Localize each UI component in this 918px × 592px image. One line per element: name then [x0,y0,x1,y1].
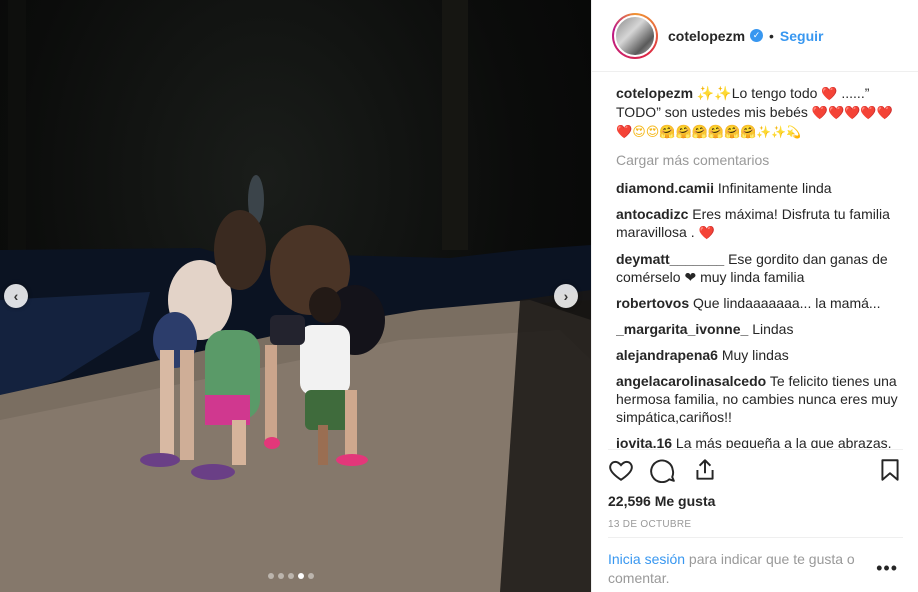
heart-emoji: ❤️ [821,86,838,101]
shoe [336,454,368,466]
post-header: cotelopezm ✓ • Seguir [592,0,918,72]
shoe [264,437,280,449]
comments-list[interactable]: cotelopezm ✨✨Lo tengo todo ❤️ ......” TO… [616,78,901,448]
instagram-post: ‹ › cotelopezm ✓ • Seguir cotelopezm ✨✨L… [0,0,918,592]
caption: cotelopezm ✨✨Lo tengo todo ❤️ ......” TO… [616,84,901,141]
comment-username[interactable]: diamond.camii [616,180,714,196]
more-options-button[interactable]: ••• [876,558,898,579]
comment-text: Infinitamente linda [717,180,832,196]
next-photo-button[interactable]: › [554,284,578,308]
boy-shorts [305,390,350,430]
tree-trunk-left [8,0,26,260]
carousel-dots [268,573,314,579]
comment-text: Muy lindas [721,347,789,363]
carousel-dot-active [298,573,304,579]
login-prompt: Inicia sesión para indicar que te gusta … [608,537,903,588]
separator: • [769,27,774,44]
comment-username[interactable]: jovita.16 [616,435,672,448]
like-heart-icon[interactable] [608,457,634,483]
photo-scene [0,0,591,592]
boy-head [309,287,341,323]
comment: angelacarolinasalcedo Te felicito tienes… [616,372,901,426]
comment-username[interactable]: _margarita_ivonne_ [616,321,748,337]
shoe [191,464,235,480]
carousel-dot [268,573,274,579]
leg [180,350,194,460]
comment: jovita.16 La más pequeña a la que abraza… [616,434,901,448]
comment-username[interactable]: deymatt_______ [616,251,724,267]
leg [318,425,328,465]
post-side-panel: cotelopezm ✓ • Seguir cotelopezm ✨✨Lo te… [591,0,918,592]
boy-shirt [300,325,350,395]
comment: deymatt_______ Ese gordito dan ganas de … [616,250,901,286]
previous-photo-button[interactable]: ‹ [4,284,28,308]
comment-text: Lindas [752,321,794,337]
faces-emoji: 😍😍🤗🤗🤗🤗🤗🤗 [632,124,757,139]
heart-emoji: ❤️ [698,225,715,240]
carousel-dot [278,573,284,579]
action-bar [608,449,903,489]
carousel-dot [288,573,294,579]
post-photo[interactable]: ‹ › [0,0,591,592]
avatar-image [614,14,656,57]
caption-username[interactable]: cotelopezm [616,85,693,101]
girl-shorts [270,315,305,345]
sparkles-emoji: ✨✨💫 [756,125,802,139]
comment: antocadizc Eres máxima! Disfruta tu fami… [616,205,901,242]
load-more-comments-button[interactable]: Cargar más comentarios [616,151,901,169]
comment-username[interactable]: antocadizc [616,206,688,222]
likes-count[interactable]: 22,596 Me gusta [608,493,715,509]
share-icon[interactable] [692,457,718,483]
comment-bubble-icon[interactable] [650,457,676,483]
comment-username[interactable]: angelacarolinasalcedo [616,373,766,389]
comment-username[interactable]: alejandrapena6 [616,347,718,363]
comment: robertovos Que lindaaaaaaa... la mamá... [616,294,901,312]
comment: alejandrapena6 Muy lindas [616,346,901,364]
comment: _margarita_ivonne_ Lindas [616,320,901,338]
comment: diamond.camii Infinitamente linda [616,179,901,197]
verified-badge-icon: ✓ [750,29,764,42]
chevron-left-icon: ‹ [13,288,19,304]
comment-text: Que lindaaaaaaa... la mamá... [693,295,881,311]
carousel-dot [308,573,314,579]
leg [265,345,277,440]
leg [232,420,246,465]
leg [160,350,174,455]
caption-text-a: ✨✨Lo tengo todo [696,85,822,101]
avatar[interactable] [612,12,658,59]
tree-trunk [442,0,468,250]
shoe [140,453,180,467]
leg [345,390,357,455]
bookmark-icon[interactable] [877,457,903,483]
comment-username[interactable]: robertovos [616,295,689,311]
hair-1 [214,210,266,290]
chevron-right-icon: › [563,288,569,304]
follow-button[interactable]: Seguir [780,28,824,44]
post-date[interactable]: 13 DE OCTUBRE [608,519,691,530]
username-link[interactable]: cotelopezm [668,28,745,44]
login-link[interactable]: Inicia sesión [608,551,685,567]
